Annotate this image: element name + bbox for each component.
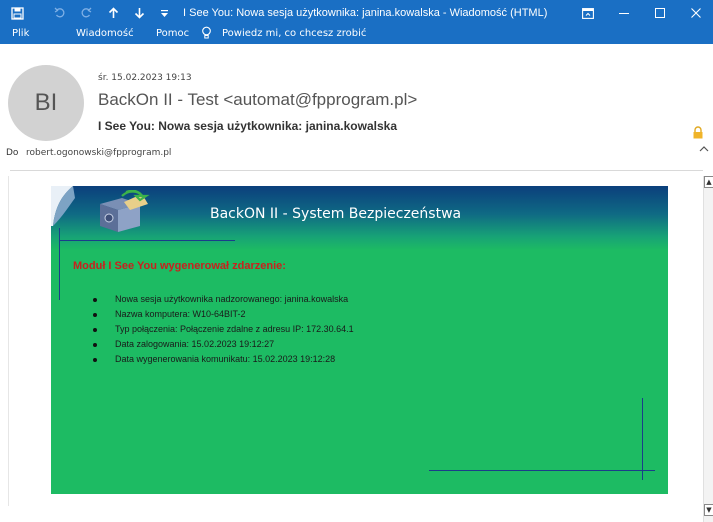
scroll-up-icon[interactable]: ▲	[704, 176, 713, 188]
list-item: Data wygenerowania komunikatu: 15.02.202…	[93, 352, 354, 367]
safe-box-icon	[100, 190, 150, 232]
decor-line-right	[642, 398, 643, 480]
list-item: Nazwa komputera: W10-64BIT-2	[93, 307, 354, 322]
scroll-down-icon[interactable]: ▼	[704, 504, 713, 516]
banner-title: BackON II - System Bezpieczeństwa	[210, 206, 462, 222]
avatar[interactable]: BI	[8, 65, 84, 141]
window-title: I See You: Nowa sesja użytkownika: janin…	[183, 7, 548, 19]
arrow-up-icon[interactable]	[104, 0, 122, 26]
module-event-title: Moduł I See You wygenerował zdarzenie:	[73, 260, 286, 272]
list-item: Nowa sesja użytkownika nadzorowanego: ja…	[93, 292, 354, 307]
ribbon-display-options-icon[interactable]	[570, 0, 606, 26]
event-details-list: Nowa sesja użytkownika nadzorowanego: ja…	[93, 292, 354, 367]
redo-icon[interactable]	[77, 0, 95, 26]
title-bar: I See You: Nowa sesja użytkownika: janin…	[0, 0, 713, 44]
decor-line-bottom	[429, 470, 655, 471]
to-label: Do	[6, 148, 19, 158]
body-left-edge	[8, 176, 9, 506]
header-divider	[10, 170, 703, 171]
outlook-message-window: I See You: Nowa sesja użytkownika: janin…	[0, 0, 713, 522]
minimize-icon[interactable]	[606, 0, 642, 26]
list-item: Typ połączenia: Połączenie zdalne z adre…	[93, 322, 354, 337]
list-item: Data zalogowania: 15.02.2023 19:12:27	[93, 337, 354, 352]
menu-help[interactable]: Pomoc	[156, 28, 189, 39]
menu-message[interactable]: Wiadomość	[76, 28, 134, 39]
recipient[interactable]: robert.ogonowski@fpprogram.pl	[26, 148, 171, 158]
customize-toolbar-icon[interactable]	[155, 0, 173, 26]
arrow-down-icon[interactable]	[130, 0, 148, 26]
close-icon[interactable]	[678, 0, 713, 26]
message-header: BI śr. 15.02.2023 19:13 BackOn II - Test…	[0, 44, 713, 164]
maximize-icon[interactable]	[642, 0, 678, 26]
email-body-banner: BackON II - System Bezpieczeństwa Moduł …	[51, 186, 668, 494]
lock-icon	[692, 124, 704, 139]
menu-file[interactable]: Plik	[12, 28, 29, 39]
undo-icon[interactable]	[51, 0, 69, 26]
sender[interactable]: BackOn II - Test <automat@fpprogram.pl>	[98, 90, 417, 110]
collapse-header-icon[interactable]	[699, 144, 709, 155]
lightbulb-icon[interactable]	[201, 26, 212, 42]
tell-me-search[interactable]: Powiedz mi, co chcesz zrobić	[222, 28, 366, 39]
sent-date: śr. 15.02.2023 19:13	[98, 73, 192, 83]
save-icon[interactable]	[8, 0, 26, 26]
message-subject: I See You: Nowa sesja użytkownika: janin…	[98, 119, 397, 133]
decor-line-top	[59, 240, 235, 241]
vertical-scrollbar[interactable]: ▲ ▼	[703, 176, 713, 522]
decor-line-left	[59, 228, 60, 300]
